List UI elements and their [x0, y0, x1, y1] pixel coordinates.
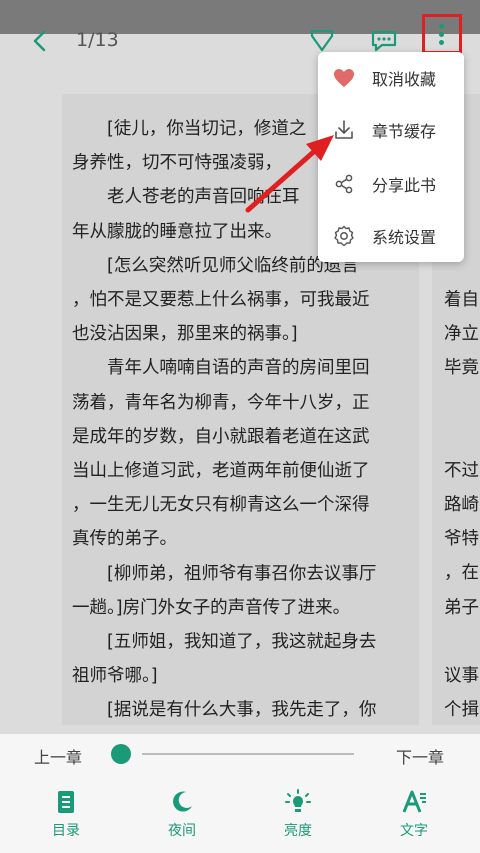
menu-item-label: 分享此书 — [372, 176, 437, 195]
text-line: 路崎 — [444, 495, 479, 516]
text-line: 议事 — [444, 666, 479, 686]
page-indicator: 1/13 — [76, 29, 119, 51]
menu-item-label: 系统设置 — [372, 228, 437, 247]
tab-brightness[interactable]: 亮度 — [258, 774, 338, 853]
status-bar — [0, 0, 480, 34]
text-line: ，一生无儿无女只有柳青这么一个深得 — [72, 495, 370, 516]
menu-item-settings[interactable]: 系统设置 — [318, 210, 464, 262]
comment-icon[interactable] — [370, 28, 398, 54]
bookmark-icon[interactable] — [308, 28, 336, 54]
tab-label: 文字 — [400, 823, 428, 839]
text-line: 着自 — [444, 289, 479, 310]
text-line — [444, 386, 480, 420]
text-line: 净立 — [444, 324, 479, 345]
menu-item-cache-chapters[interactable]: 章节缓存 — [318, 104, 464, 156]
text-line: 是成年的岁数，自小就跟着老道在这武 — [72, 426, 370, 447]
text-line: 青年人喃喃自语的声音的房间里回 — [107, 358, 370, 379]
tab-label: 夜间 — [168, 823, 196, 839]
text-line: 也没沾因果，那里来的祸事。] — [72, 324, 298, 345]
text-line: [五师姐，我知道了，我这就起身去 — [107, 632, 377, 653]
text-line: ，怕不是又要惹上什么祸事，可我最近 — [72, 290, 370, 311]
share-icon — [335, 174, 353, 194]
heart-icon — [334, 69, 354, 87]
progress-slider-track[interactable] — [142, 753, 354, 755]
chapter-progress: 上一章 下一章 — [0, 734, 480, 774]
more-options-menu: 取消收藏 章节缓存 分享此书 系统设置 — [318, 52, 464, 262]
text-line: ，在 — [444, 563, 479, 584]
text-line: 不过 — [444, 460, 479, 481]
back-arrow-icon[interactable] — [28, 28, 54, 54]
text-line: [据说是有什么大事，我先走了，你 — [107, 700, 377, 721]
moon-icon — [173, 791, 192, 812]
text-line: 真传的弟子。 — [72, 529, 177, 550]
menu-item-label: 章节缓存 — [372, 122, 437, 141]
text-line: 当山上修道习武，老道两年前便仙逝了 — [72, 461, 370, 482]
more-options-icon[interactable] — [439, 24, 445, 48]
prev-chapter-button[interactable]: 上一章 — [34, 744, 82, 768]
text-line: [柳师弟，祖师爷有事召你去议事厅 — [107, 563, 377, 584]
brightness-icon — [285, 789, 311, 812]
text-line: 爷特 — [444, 529, 479, 550]
font-icon — [402, 790, 426, 813]
progress-slider-knob[interactable] — [111, 744, 131, 764]
text-line: 一趟。]房门外女子的声音传了进来。 — [72, 597, 351, 618]
tab-font[interactable]: 文字 — [374, 774, 454, 853]
reader-page: 1/13 [徒儿，你当切记，修道之 身养性，切不可恃强凌弱， 老人苍老的声音回响… — [0, 0, 480, 853]
menu-item-label: 取消收藏 — [372, 70, 437, 89]
menu-item-unfavorite[interactable]: 取消收藏 — [318, 52, 464, 104]
bottom-toolbar: 目录 夜间 亮度 文字 — [0, 774, 480, 853]
text-line: 弟子 — [444, 597, 479, 618]
text-line: 毕竟 — [444, 358, 479, 379]
next-chapter-button[interactable]: 下一章 — [396, 744, 444, 768]
text-line: 个揖 — [444, 700, 479, 721]
text-line: 荡着，青年名为柳青，今年十八岁，正 — [72, 392, 370, 413]
tab-label: 亮度 — [284, 823, 312, 839]
tab-label: 目录 — [52, 823, 80, 839]
text-line — [444, 625, 480, 659]
gear-icon — [334, 225, 354, 247]
text-line: 祖师爷哪。] — [72, 666, 158, 687]
menu-item-share-book[interactable]: 分享此书 — [318, 158, 464, 210]
download-icon — [335, 120, 353, 139]
tab-night-mode[interactable]: 夜间 — [142, 774, 222, 853]
catalog-icon — [58, 791, 74, 813]
text-line — [444, 420, 480, 454]
tab-catalog[interactable]: 目录 — [26, 774, 106, 853]
